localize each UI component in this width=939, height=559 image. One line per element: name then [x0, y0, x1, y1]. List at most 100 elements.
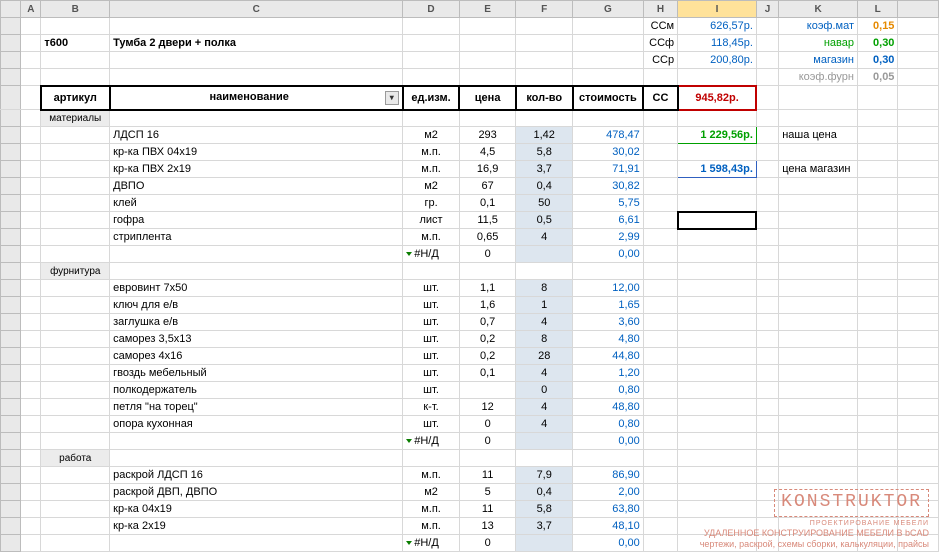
- spreadsheet[interactable]: A B C D E F G H I J K L ССм 626,57р. коэ…: [0, 0, 939, 552]
- row-hdr[interactable]: [1, 144, 21, 161]
- qty[interactable]: [516, 535, 573, 552]
- active-cell[interactable]: [678, 212, 757, 229]
- cell-M[interactable]: [898, 348, 939, 365]
- cell-M[interactable]: [898, 416, 939, 433]
- col-J[interactable]: J: [756, 1, 778, 18]
- data-row[interactable]: стриплентам.п.0,6542,99: [1, 229, 939, 246]
- cell-H[interactable]: [643, 518, 677, 535]
- cell[interactable]: [21, 212, 41, 229]
- data-row[interactable]: раскрой ЛДСП 16м.п.117,986,90: [1, 467, 939, 484]
- price[interactable]: 0: [459, 535, 516, 552]
- price[interactable]: [459, 382, 516, 399]
- cell-L[interactable]: [858, 280, 898, 297]
- cell-I[interactable]: [678, 484, 757, 501]
- item-name[interactable]: кр-ка 2х19: [110, 518, 403, 535]
- cell-M[interactable]: [898, 331, 939, 348]
- price[interactable]: 13: [459, 518, 516, 535]
- item-name[interactable]: саморез 4х16: [110, 348, 403, 365]
- item-name[interactable]: ключ для е/в: [110, 297, 403, 314]
- cell-H[interactable]: [643, 399, 677, 416]
- row-hdr[interactable]: [1, 35, 21, 52]
- cell[interactable]: [41, 246, 110, 263]
- cell-M[interactable]: [898, 195, 939, 212]
- price[interactable]: 1,1: [459, 280, 516, 297]
- item-name[interactable]: [110, 535, 403, 552]
- cell-M[interactable]: [898, 161, 939, 178]
- cell-K[interactable]: [779, 195, 858, 212]
- cell[interactable]: [41, 127, 110, 144]
- cost[interactable]: 71,91: [573, 161, 644, 178]
- cell[interactable]: [21, 331, 41, 348]
- cell-L[interactable]: [858, 144, 898, 161]
- item-name[interactable]: кр-ка ПВХ 04х19: [110, 144, 403, 161]
- cell-I[interactable]: [678, 467, 757, 484]
- data-row[interactable]: раскрой ДВП, ДВПОм250,42,00: [1, 484, 939, 501]
- item-name[interactable]: опора кухонная: [110, 416, 403, 433]
- price[interactable]: 12: [459, 399, 516, 416]
- cell-J[interactable]: [756, 178, 778, 195]
- unit[interactable]: м.п.: [403, 518, 460, 535]
- cell-H[interactable]: [643, 161, 677, 178]
- cell-H[interactable]: [643, 127, 677, 144]
- cell[interactable]: [21, 178, 41, 195]
- col-D[interactable]: D: [403, 1, 460, 18]
- qty[interactable]: 0,4: [516, 484, 573, 501]
- col-L[interactable]: L: [858, 1, 898, 18]
- cell-J[interactable]: [756, 195, 778, 212]
- cell[interactable]: [41, 382, 110, 399]
- qty[interactable]: 4: [516, 314, 573, 331]
- cell[interactable]: [41, 195, 110, 212]
- item-name[interactable]: [110, 246, 403, 263]
- cell[interactable]: [41, 484, 110, 501]
- cost[interactable]: 6,61: [573, 212, 644, 229]
- col-E[interactable]: E: [459, 1, 516, 18]
- qty[interactable]: [516, 433, 573, 450]
- cell-I[interactable]: [678, 314, 757, 331]
- cell-H[interactable]: [643, 501, 677, 518]
- cell-J[interactable]: [756, 212, 778, 229]
- cell-J[interactable]: [756, 161, 778, 178]
- cell[interactable]: [41, 518, 110, 535]
- cost[interactable]: 30,02: [573, 144, 644, 161]
- unit[interactable]: шт.: [403, 314, 460, 331]
- cell[interactable]: [41, 535, 110, 552]
- unit[interactable]: м.п.: [403, 229, 460, 246]
- cell[interactable]: [41, 331, 110, 348]
- cell[interactable]: [21, 161, 41, 178]
- cell-I[interactable]: [678, 416, 757, 433]
- item-name[interactable]: [110, 433, 403, 450]
- row-hdr[interactable]: [1, 69, 21, 86]
- cell[interactable]: [21, 433, 41, 450]
- cell-K[interactable]: [779, 416, 858, 433]
- cell-H[interactable]: [643, 535, 677, 552]
- price[interactable]: 1,6: [459, 297, 516, 314]
- price[interactable]: 0,1: [459, 195, 516, 212]
- cost[interactable]: 44,80: [573, 348, 644, 365]
- price[interactable]: 0: [459, 246, 516, 263]
- cell-K[interactable]: [779, 331, 858, 348]
- cost[interactable]: 0,00: [573, 535, 644, 552]
- col-C[interactable]: C: [110, 1, 403, 18]
- cell-K[interactable]: [779, 212, 858, 229]
- data-row[interactable]: опора кухоннаяшт.040,80: [1, 416, 939, 433]
- row-hdr[interactable]: [1, 518, 21, 535]
- cell-L[interactable]: [858, 348, 898, 365]
- cell[interactable]: [21, 399, 41, 416]
- cell-J[interactable]: [756, 518, 778, 535]
- cost[interactable]: 12,00: [573, 280, 644, 297]
- cell[interactable]: [41, 433, 110, 450]
- cost[interactable]: 1,20: [573, 365, 644, 382]
- cost[interactable]: 478,47: [573, 127, 644, 144]
- cell-L[interactable]: [858, 365, 898, 382]
- cell-H[interactable]: [643, 297, 677, 314]
- cell-H[interactable]: [643, 178, 677, 195]
- cell[interactable]: [41, 501, 110, 518]
- cell-K[interactable]: [779, 280, 858, 297]
- qty[interactable]: 0,4: [516, 178, 573, 195]
- cell-J[interactable]: [756, 144, 778, 161]
- cost[interactable]: 2,99: [573, 229, 644, 246]
- cell-H[interactable]: [643, 382, 677, 399]
- price[interactable]: 0: [459, 416, 516, 433]
- unit[interactable]: м2: [403, 484, 460, 501]
- data-row[interactable]: #Н/Д00,00: [1, 535, 939, 552]
